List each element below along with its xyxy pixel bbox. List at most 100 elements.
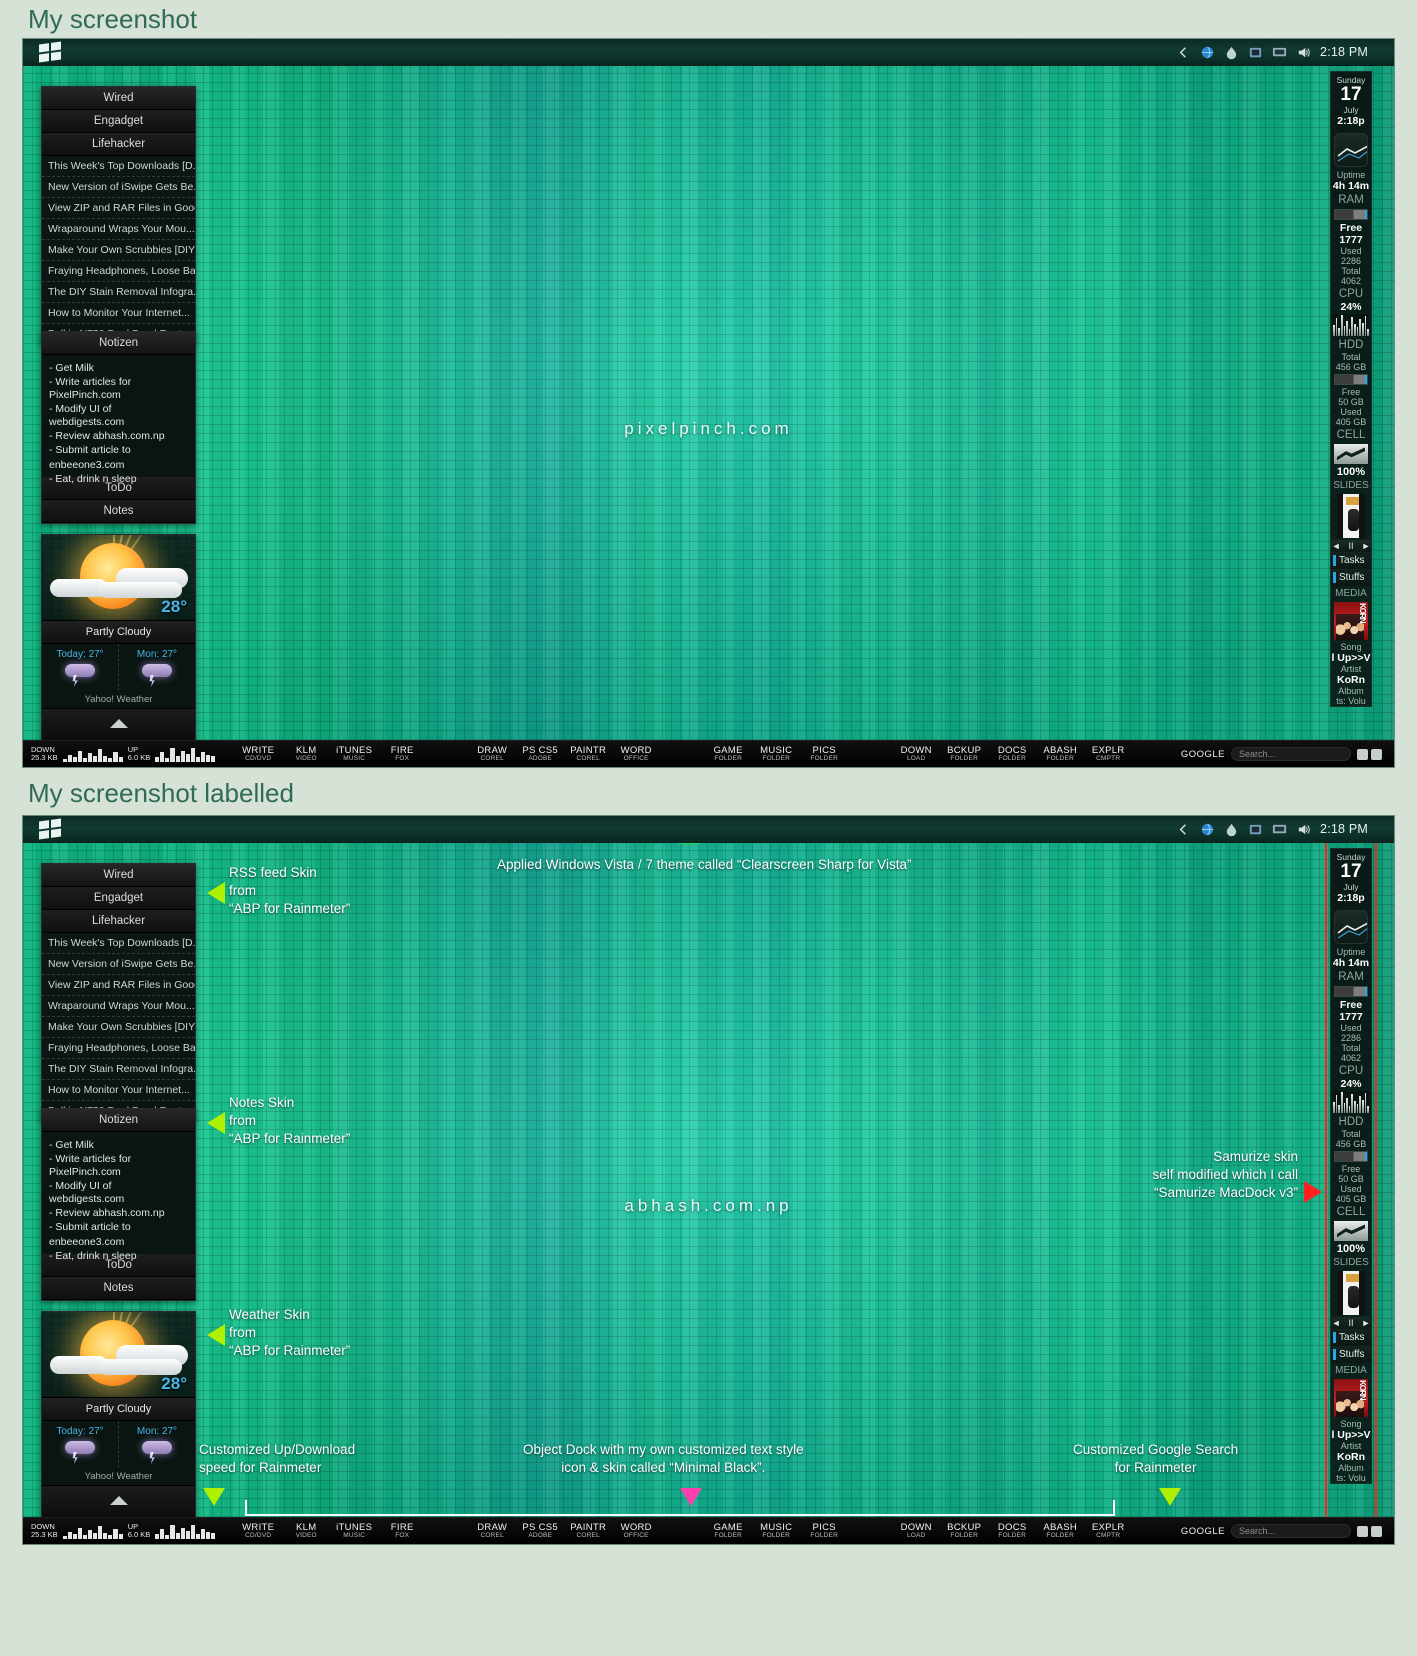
rss-item[interactable]: Fraying Headphones, Loose Ba...: [42, 261, 195, 282]
dock-item-explorer[interactable]: EXPLR CMPTR: [1085, 1523, 1131, 1539]
dock-item-pics[interactable]: PICS FOLDER: [801, 1523, 847, 1539]
water-drop-icon[interactable]: [1224, 45, 1239, 60]
samurize-sidebar[interactable]: Sunday 17 July 2:18p Uptime 4h 14m RAM F…: [1330, 848, 1372, 1484]
chevron-left-icon[interactable]: [1176, 45, 1191, 60]
dock-items[interactable]: WRITE CD/DVD KLM VIDEO iTUNES MUSIC FIRE FOX…: [235, 1523, 1131, 1539]
network-icon[interactable]: [1200, 822, 1215, 837]
dock-items[interactable]: WRITE CD/DVD KLM VIDEO iTUNES MUSIC FIRE FOX…: [235, 746, 1131, 762]
notes-tab-notes[interactable]: Notes: [42, 1277, 195, 1300]
rss-item[interactable]: Wraparound Wraps Your Mou...: [42, 219, 195, 240]
rss-item[interactable]: The DIY Stain Removal Infogra...: [42, 1059, 195, 1080]
dock-item-itunes[interactable]: iTUNES MUSIC: [331, 1523, 377, 1539]
rss-item[interactable]: This Week's Top Downloads [D...: [42, 933, 195, 954]
dock-item-backup[interactable]: BCKUP FOLDER: [941, 746, 987, 762]
rss-item[interactable]: Make Your Own Scrubbies [DIY]: [42, 1017, 195, 1038]
system-tray[interactable]: 2:18 PM: [1176, 822, 1394, 837]
system-tray[interactable]: 2:18 PM: [1176, 45, 1394, 60]
windows-logo-icon[interactable]: [39, 818, 61, 840]
dock-item-painter[interactable]: PAINTR COREL: [565, 1523, 611, 1539]
dock-item-firefox[interactable]: FIRE FOX: [379, 746, 425, 762]
rss-item[interactable]: How to Monitor Your Internet...: [42, 303, 195, 324]
rss-widget[interactable]: Wired Engadget Lifehacker This Week's To…: [41, 863, 196, 1122]
rss-item[interactable]: Wraparound Wraps Your Mou...: [42, 996, 195, 1017]
google-search[interactable]: GOOGLE Search...: [1181, 747, 1394, 761]
dock-item-game[interactable]: GAME FOLDER: [705, 746, 751, 762]
rss-tab-engadget[interactable]: Engadget: [42, 110, 195, 133]
slideshow-controls[interactable]: ◄ II ►: [1331, 1316, 1371, 1329]
rss-tab-lifehacker[interactable]: Lifehacker: [42, 910, 195, 933]
dock-item-game[interactable]: GAME FOLDER: [705, 1523, 751, 1539]
slideshow-thumbnail[interactable]: [1337, 1270, 1365, 1315]
weather-widget[interactable]: 28° Partly Cloudy Today: 27° Mon: 27° Ya…: [41, 534, 196, 741]
google-search[interactable]: GOOGLE Search...: [1181, 1524, 1394, 1538]
rss-tab-engadget[interactable]: Engadget: [42, 887, 195, 910]
dock-item-write[interactable]: WRITE CD/DVD: [235, 746, 281, 762]
rss-item[interactable]: View ZIP and RAR Files in Goog...: [42, 198, 195, 219]
sidebar-link-stuffs[interactable]: Stuffs: [1331, 1345, 1371, 1363]
next-icon[interactable]: ►: [1362, 541, 1371, 551]
search-input[interactable]: Search...: [1231, 1524, 1351, 1538]
rss-item[interactable]: Fraying Headphones, Loose Ba...: [42, 1038, 195, 1059]
rss-item[interactable]: View ZIP and RAR Files in Goog...: [42, 975, 195, 996]
media-icon[interactable]: [1248, 45, 1263, 60]
weather-collapse-button[interactable]: [42, 708, 195, 740]
pause-icon[interactable]: II: [1348, 1318, 1353, 1328]
dock-item-painter[interactable]: PAINTR COREL: [565, 746, 611, 762]
clock[interactable]: 2:18 PM: [1320, 822, 1382, 836]
dock-item-backup[interactable]: BCKUP FOLDER: [941, 1523, 987, 1539]
clock[interactable]: 2:18 PM: [1320, 45, 1382, 59]
dock-item-docs[interactable]: DOCS FOLDER: [989, 1523, 1035, 1539]
rss-item[interactable]: New Version of iSwipe Gets Be...: [42, 954, 195, 975]
search-input[interactable]: Search...: [1231, 747, 1351, 761]
prev-icon[interactable]: ◄: [1332, 1318, 1341, 1328]
dock-tray-icons[interactable]: [1357, 1525, 1388, 1537]
rss-item[interactable]: Make Your Own Scrubbies [DIY]: [42, 240, 195, 261]
volume-icon[interactable]: [1296, 45, 1311, 60]
display-icon[interactable]: [1272, 822, 1287, 837]
sidebar-link-tasks[interactable]: Tasks: [1331, 551, 1371, 569]
slideshow-thumbnail[interactable]: [1337, 493, 1365, 538]
dock-item-download[interactable]: DOWN LOAD: [893, 1523, 939, 1539]
dock-item-itunes[interactable]: iTUNES MUSIC: [331, 746, 377, 762]
rss-item[interactable]: How to Monitor Your Internet...: [42, 1080, 195, 1101]
dock-item-explorer[interactable]: EXPLR CMPTR: [1085, 746, 1131, 762]
rss-item[interactable]: New Version of iSwipe Gets Be...: [42, 177, 195, 198]
display-icon[interactable]: [1272, 45, 1287, 60]
object-dock[interactable]: DOWN 25.3 KB UP 6.0 KB WRITE CD/DVD KLM VI…: [23, 1517, 1394, 1544]
dock-item-draw[interactable]: DRAW COREL: [469, 1523, 515, 1539]
samurize-sidebar[interactable]: Sunday 17 July 2:18p Uptime 4h 14m RAM F…: [1330, 71, 1372, 707]
dock-item-write[interactable]: WRITE CD/DVD: [235, 1523, 281, 1539]
dock-item-abash[interactable]: ABASH FOLDER: [1037, 746, 1083, 762]
media-icon[interactable]: [1248, 822, 1263, 837]
windows-logo-icon[interactable]: [39, 41, 61, 63]
weather-collapse-button[interactable]: [42, 1485, 195, 1517]
rss-tab-lifehacker[interactable]: Lifehacker: [42, 133, 195, 156]
notes-widget[interactable]: Notizen - Get Milk - Write articles for …: [41, 331, 196, 524]
notes-body[interactable]: - Get Milk - Write articles for PixelPin…: [42, 1132, 195, 1262]
rss-tab-wired[interactable]: Wired: [42, 87, 195, 110]
dock-item-photoshop[interactable]: PS CS5 ADOBE: [517, 1523, 563, 1539]
sidebar-link-stuffs[interactable]: Stuffs: [1331, 568, 1371, 586]
dock-item-docs[interactable]: DOCS FOLDER: [989, 746, 1035, 762]
rss-widget[interactable]: Wired Engadget Lifehacker This Week's To…: [41, 86, 196, 345]
notes-widget[interactable]: Notizen - Get Milk - Write articles for …: [41, 1108, 196, 1301]
next-icon[interactable]: ►: [1362, 1318, 1371, 1328]
dock-item-word[interactable]: WORD OFFICE: [613, 1523, 659, 1539]
notes-tab-notes[interactable]: Notes: [42, 500, 195, 523]
dock-item-music[interactable]: MUSIC FOLDER: [753, 1523, 799, 1539]
taskbar-top[interactable]: 2:18 PM: [23, 816, 1394, 843]
dock-item-draw[interactable]: DRAW COREL: [469, 746, 515, 762]
rss-item[interactable]: The DIY Stain Removal Infogra...: [42, 282, 195, 303]
rss-item[interactable]: This Week's Top Downloads [D...: [42, 156, 195, 177]
volume-icon[interactable]: [1296, 822, 1311, 837]
slideshow-controls[interactable]: ◄ II ►: [1331, 539, 1371, 552]
water-drop-icon[interactable]: [1224, 822, 1239, 837]
dock-item-music[interactable]: MUSIC FOLDER: [753, 746, 799, 762]
weather-widget[interactable]: 28° Partly Cloudy Today: 27° Mon: 27° Ya…: [41, 1311, 196, 1518]
dock-item-pics[interactable]: PICS FOLDER: [801, 746, 847, 762]
dock-item-klm[interactable]: KLM VIDEO: [283, 1523, 329, 1539]
object-dock[interactable]: DOWN 25.3 KB UP 6.0 KB WRITE CD/DVD KLM VI…: [23, 740, 1394, 767]
taskbar-top[interactable]: 2:18 PM: [23, 39, 1394, 66]
prev-icon[interactable]: ◄: [1332, 541, 1341, 551]
chevron-left-icon[interactable]: [1176, 822, 1191, 837]
